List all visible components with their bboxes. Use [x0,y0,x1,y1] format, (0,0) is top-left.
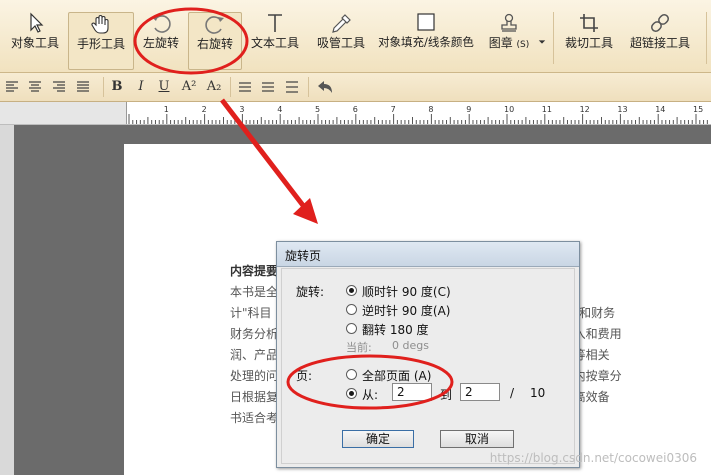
horizontal-ruler: 1 2 3 4 5 6 7 8 9 10 11 12 13 14 15 [126,102,711,124]
text-tool-label: 文本工具 [250,36,299,50]
fill-color-label: 对象填充/线条颜色 [378,35,474,49]
current-rotation-value: 0 degs [392,339,429,352]
stamp-shortcut: (S) [516,40,530,50]
ruler-label: 13 [617,105,627,114]
eyedropper-tool-label: 吸管工具 [316,36,365,50]
fill-color-icon [417,13,435,31]
ruler-label: 6 [353,105,358,114]
radio-page-range[interactable] [346,388,357,399]
from-page-input[interactable]: 2 [392,383,432,401]
dialog-body: 旋转: 顺时针 90 度(C) 逆时针 90 度(A) 翻转 180 度 当前:… [281,268,575,464]
rotate-right-button[interactable]: 右旋转 [188,12,242,70]
ruler-label: 3 [239,105,244,114]
rotate-page-dialog: 旋转页 旋转: 顺时针 90 度(C) 逆时针 90 度(A) 翻转 180 度… [276,241,580,468]
ruler-label: 12 [580,105,590,114]
ruler-label: 9 [466,105,471,114]
pointer-icon [30,12,44,33]
ruler-label: 14 [655,105,665,114]
crop-tool-button[interactable]: 裁切工具 [560,8,618,68]
radio-page-range-label[interactable]: 从: [362,386,378,403]
radio-counterclockwise-label[interactable]: 逆时针 90 度(A) [362,302,450,319]
eyedropper-icon [332,14,351,33]
format-divider [103,77,104,97]
radio-flip-180-label[interactable]: 翻转 180 度 [362,321,429,338]
page-slash: / [510,386,515,400]
radio-all-pages[interactable] [346,369,357,380]
underline-button[interactable]: U [157,78,171,96]
chevron-down-icon [538,40,546,44]
bold-button[interactable]: B [110,78,124,96]
watermark-text: https://blog.csdn.net/cocowei0306 [489,451,697,465]
stamp-label-text: 图章 [488,36,513,50]
ruler-label: 2 [202,105,207,114]
undo-icon[interactable] [316,79,334,95]
rotate-label: 旋转: [296,285,325,299]
current-rotation-label: 当前: [346,341,372,354]
doc-heading: 内容提要 [230,264,279,278]
crop-icon [580,14,598,32]
ruler-label: 1 [164,105,169,114]
radio-all-pages-label[interactable]: 全部页面 (A) [362,367,431,384]
rotate-right-label: 右旋转 [196,37,233,51]
toolbar-divider-end [706,12,707,64]
italic-button[interactable]: I [134,78,148,96]
stamp-icon [501,13,517,32]
link-tool-button[interactable]: 超链接工具 [626,8,694,68]
rotate-left-label: 左旋转 [142,36,179,50]
stamp-label: 图章 (S) [486,36,532,52]
paragraph-align-icons [6,81,89,92]
total-pages: 10 [530,386,546,400]
stamp-dropdown[interactable] [536,8,548,68]
ruler-label: 8 [428,105,433,114]
ruler-label: 11 [542,105,552,114]
format-divider-2 [230,77,231,97]
radio-clockwise-label[interactable]: 顺时针 90 度(C) [362,283,451,300]
rotate-left-icon [152,15,171,33]
cancel-button[interactable]: 取消 [440,430,514,448]
fill-color-button[interactable]: 对象填充/线条颜色 [378,8,474,68]
ruler-area: 1 2 3 4 5 6 7 8 9 10 11 12 13 14 15 [0,102,711,125]
dialog-title: 旋转页 [285,249,322,263]
ruler-label: 7 [391,105,396,114]
rotate-right-icon [205,16,224,34]
page-label: 页: [296,369,313,383]
superscript-button[interactable]: A² [180,78,198,96]
text-icon [268,14,282,32]
link-icon [651,14,669,32]
left-panel-strip [0,125,14,475]
ok-button[interactable]: 确定 [342,430,414,448]
rotate-left-button[interactable]: 左旋转 [138,8,184,68]
toolbar-divider [553,12,554,64]
format-toolbar: B I U A² A₂ [0,73,711,102]
hand-tool-label: 手形工具 [76,37,125,51]
hand-icon [91,15,109,34]
subscript-button[interactable]: A₂ [205,78,223,96]
to-label: 到 [440,388,453,402]
dialog-titlebar[interactable]: 旋转页 [277,242,579,267]
crop-tool-label: 裁切工具 [564,36,613,50]
format-divider-3 [308,77,309,97]
hand-tool-button[interactable]: 手形工具 [68,12,134,70]
object-tool-button[interactable]: 对象工具 [6,8,64,68]
line-spacing-icons [239,81,298,93]
ruler-label: 5 [315,105,320,114]
main-toolbar: 对象工具 手形工具 左旋转 右旋转 文本工具 吸管工具 对象填充/线条颜色 图章… [0,0,711,73]
eyedropper-tool-button[interactable]: 吸管工具 [312,8,370,68]
radio-counterclockwise[interactable] [346,304,357,315]
radio-clockwise[interactable] [346,285,357,296]
to-page-input[interactable]: 2 [460,383,500,401]
text-tool-button[interactable]: 文本工具 [247,8,303,68]
ruler-label: 4 [277,105,282,114]
ruler-label: 10 [504,105,514,114]
ruler-ticks: 1 2 3 4 5 6 7 8 9 10 11 12 13 14 15 [128,105,708,124]
stamp-button[interactable]: 图章 (S) [486,8,532,68]
ruler-label: 15 [693,105,703,114]
radio-flip-180[interactable] [346,323,357,334]
link-tool-label: 超链接工具 [629,36,690,50]
object-tool-label: 对象工具 [10,36,59,50]
